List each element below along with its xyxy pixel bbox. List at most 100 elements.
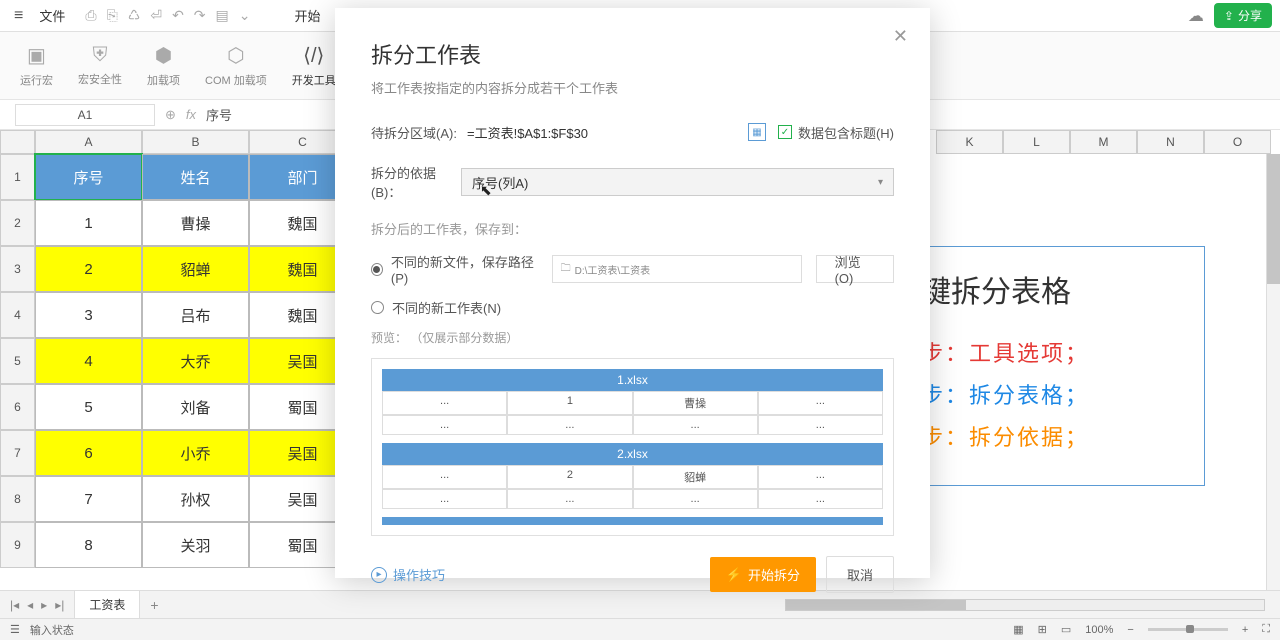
col-header-M[interactable]: M <box>1070 130 1137 154</box>
cell-B2[interactable]: 曹操 <box>142 200 249 246</box>
cancel-button[interactable]: 取消 <box>826 556 894 593</box>
cell-A5[interactable]: 4 <box>35 338 142 384</box>
row-header-1[interactable]: 1 <box>0 154 35 200</box>
preview-cell: ... <box>382 465 507 489</box>
formula-value[interactable]: 序号 <box>206 105 232 124</box>
share-button[interactable]: ⇪分享 <box>1214 3 1272 28</box>
qat-icon-4[interactable]: ⏎ <box>150 7 162 24</box>
hamburger-icon[interactable]: ≡ <box>8 7 29 25</box>
cell-A1[interactable]: 序号 <box>35 154 142 200</box>
name-box[interactable]: A1 <box>15 104 155 126</box>
qat-icon-6[interactable]: ↷ <box>194 7 206 24</box>
range-label: 待拆分区域(A): <box>371 123 461 142</box>
cell-B8[interactable]: 孙权 <box>142 476 249 522</box>
col-header-B[interactable]: B <box>142 130 249 154</box>
cell-A8[interactable]: 7 <box>35 476 142 522</box>
cell-A3[interactable]: 2 <box>35 246 142 292</box>
cell-B4[interactable]: 吕布 <box>142 292 249 338</box>
vertical-scrollbar[interactable] <box>1266 154 1280 590</box>
security-icon: ⛨ <box>93 44 108 67</box>
cell-B5[interactable]: 大乔 <box>142 338 249 384</box>
tips-link[interactable]: ▸操作技巧 <box>371 565 445 584</box>
row-header-5[interactable]: 5 <box>0 338 35 384</box>
radio-new-sheets[interactable] <box>371 301 384 314</box>
preview-label: 预览： （仅展示部分数据） <box>371 329 894 346</box>
contains-header-checkbox[interactable]: ✓ <box>778 125 792 139</box>
cloud-sync-icon[interactable]: ☁ <box>1188 6 1204 26</box>
cell-A7[interactable]: 6 <box>35 430 142 476</box>
basis-select[interactable]: 序号(列A) ▾ <box>461 168 894 196</box>
tab-nav-last[interactable]: ▸| <box>55 598 64 612</box>
cell-B1[interactable]: 姓名 <box>142 154 249 200</box>
preview-cell: ... <box>507 415 632 435</box>
preview-cell: ... <box>382 415 507 435</box>
col-header-O[interactable]: O <box>1204 130 1271 154</box>
view-icon-3[interactable]: ▭ <box>1061 623 1071 636</box>
tab-nav-prev[interactable]: ◂ <box>27 598 33 612</box>
cell-B3[interactable]: 貂蝉 <box>142 246 249 292</box>
ribbon-addins[interactable]: ⬢加载项 <box>147 43 180 88</box>
view-icon-1[interactable]: ▦ <box>1013 623 1023 636</box>
col-header-K[interactable]: K <box>936 130 1003 154</box>
row-header-2[interactable]: 2 <box>0 200 35 246</box>
qat-icon-2[interactable]: ⎘ <box>107 7 118 24</box>
qat-dropdown-icon[interactable]: ⌄ <box>239 7 251 24</box>
horizontal-scrollbar[interactable] <box>785 599 1265 611</box>
browse-button[interactable]: 浏览(O) <box>816 255 894 283</box>
lightning-icon: ⚡ <box>726 567 742 583</box>
cell-A2[interactable]: 1 <box>35 200 142 246</box>
vscroll-thumb[interactable] <box>1267 154 1280 284</box>
preview-file-header: 1.xlsx <box>382 369 883 391</box>
file-menu[interactable]: 文件 <box>29 2 75 29</box>
ribbon-com-addins[interactable]: ⬡COM 加载项 <box>205 43 267 88</box>
cell-A4[interactable]: 3 <box>35 292 142 338</box>
cell-B6[interactable]: 刘备 <box>142 384 249 430</box>
qat-icon-5[interactable]: ↶ <box>172 7 184 24</box>
tips-icon: ▸ <box>371 567 387 583</box>
add-sheet-button[interactable]: + <box>140 597 168 613</box>
cell-B7[interactable]: 小乔 <box>142 430 249 476</box>
preview-cell: ... <box>382 391 507 415</box>
row-header-8[interactable]: 8 <box>0 476 35 522</box>
preview-cell: ... <box>633 415 758 435</box>
qat-icon-7[interactable]: ▤ <box>216 7 229 24</box>
save-path-input[interactable]: 🗀D:\工资表\工资表 <box>552 255 802 283</box>
ribbon-macro-security[interactable]: ⛨宏安全性 <box>78 44 122 87</box>
status-menu-icon[interactable]: ☰ <box>10 623 20 636</box>
ribbon-dev-tools[interactable]: ⟨/⟩开发工具 <box>292 43 336 88</box>
row-header-4[interactable]: 4 <box>0 292 35 338</box>
cell-A9[interactable]: 8 <box>35 522 142 568</box>
zoom-in-button[interactable]: + <box>1242 624 1248 636</box>
qat-icon-1[interactable]: ⎙ <box>85 7 96 24</box>
select-all-corner[interactable] <box>0 130 35 154</box>
row-header-9[interactable]: 9 <box>0 522 35 568</box>
search-icon[interactable]: ⊕ <box>165 107 176 123</box>
tab-nav-first[interactable]: |◂ <box>10 598 19 612</box>
zoom-out-button[interactable]: − <box>1127 624 1133 636</box>
sheet-tab-active[interactable]: 工资表 <box>74 590 140 620</box>
col-header-A[interactable]: A <box>35 130 142 154</box>
radio-new-files[interactable] <box>371 263 383 276</box>
fullscreen-icon[interactable]: ⛶ <box>1262 623 1270 636</box>
col-header-N[interactable]: N <box>1137 130 1204 154</box>
start-split-button[interactable]: ⚡开始拆分 <box>710 557 816 592</box>
zoom-slider[interactable] <box>1148 628 1228 631</box>
tab-nav-next[interactable]: ▸ <box>41 598 47 612</box>
ribbon-run-macro[interactable]: ▣运行宏 <box>20 43 53 88</box>
cell-A6[interactable]: 5 <box>35 384 142 430</box>
row-header-7[interactable]: 7 <box>0 430 35 476</box>
range-input[interactable] <box>461 119 740 145</box>
zoom-level[interactable]: 100% <box>1085 624 1113 636</box>
qat-icon-3[interactable]: ♺ <box>128 7 141 24</box>
col-header-L[interactable]: L <box>1003 130 1070 154</box>
view-icon-2[interactable]: ⊞ <box>1038 623 1047 636</box>
close-icon[interactable]: ✕ <box>893 26 908 47</box>
hscroll-thumb[interactable] <box>786 600 966 610</box>
ribbon-tab-start[interactable]: 开始 <box>281 2 335 29</box>
cell-B9[interactable]: 关羽 <box>142 522 249 568</box>
fx-icon[interactable]: fx <box>186 107 196 122</box>
annotation-step-3: 步：拆分依据； <box>921 420 1194 452</box>
row-header-6[interactable]: 6 <box>0 384 35 430</box>
range-picker-icon[interactable]: ▦ <box>748 123 766 141</box>
row-header-3[interactable]: 3 <box>0 246 35 292</box>
